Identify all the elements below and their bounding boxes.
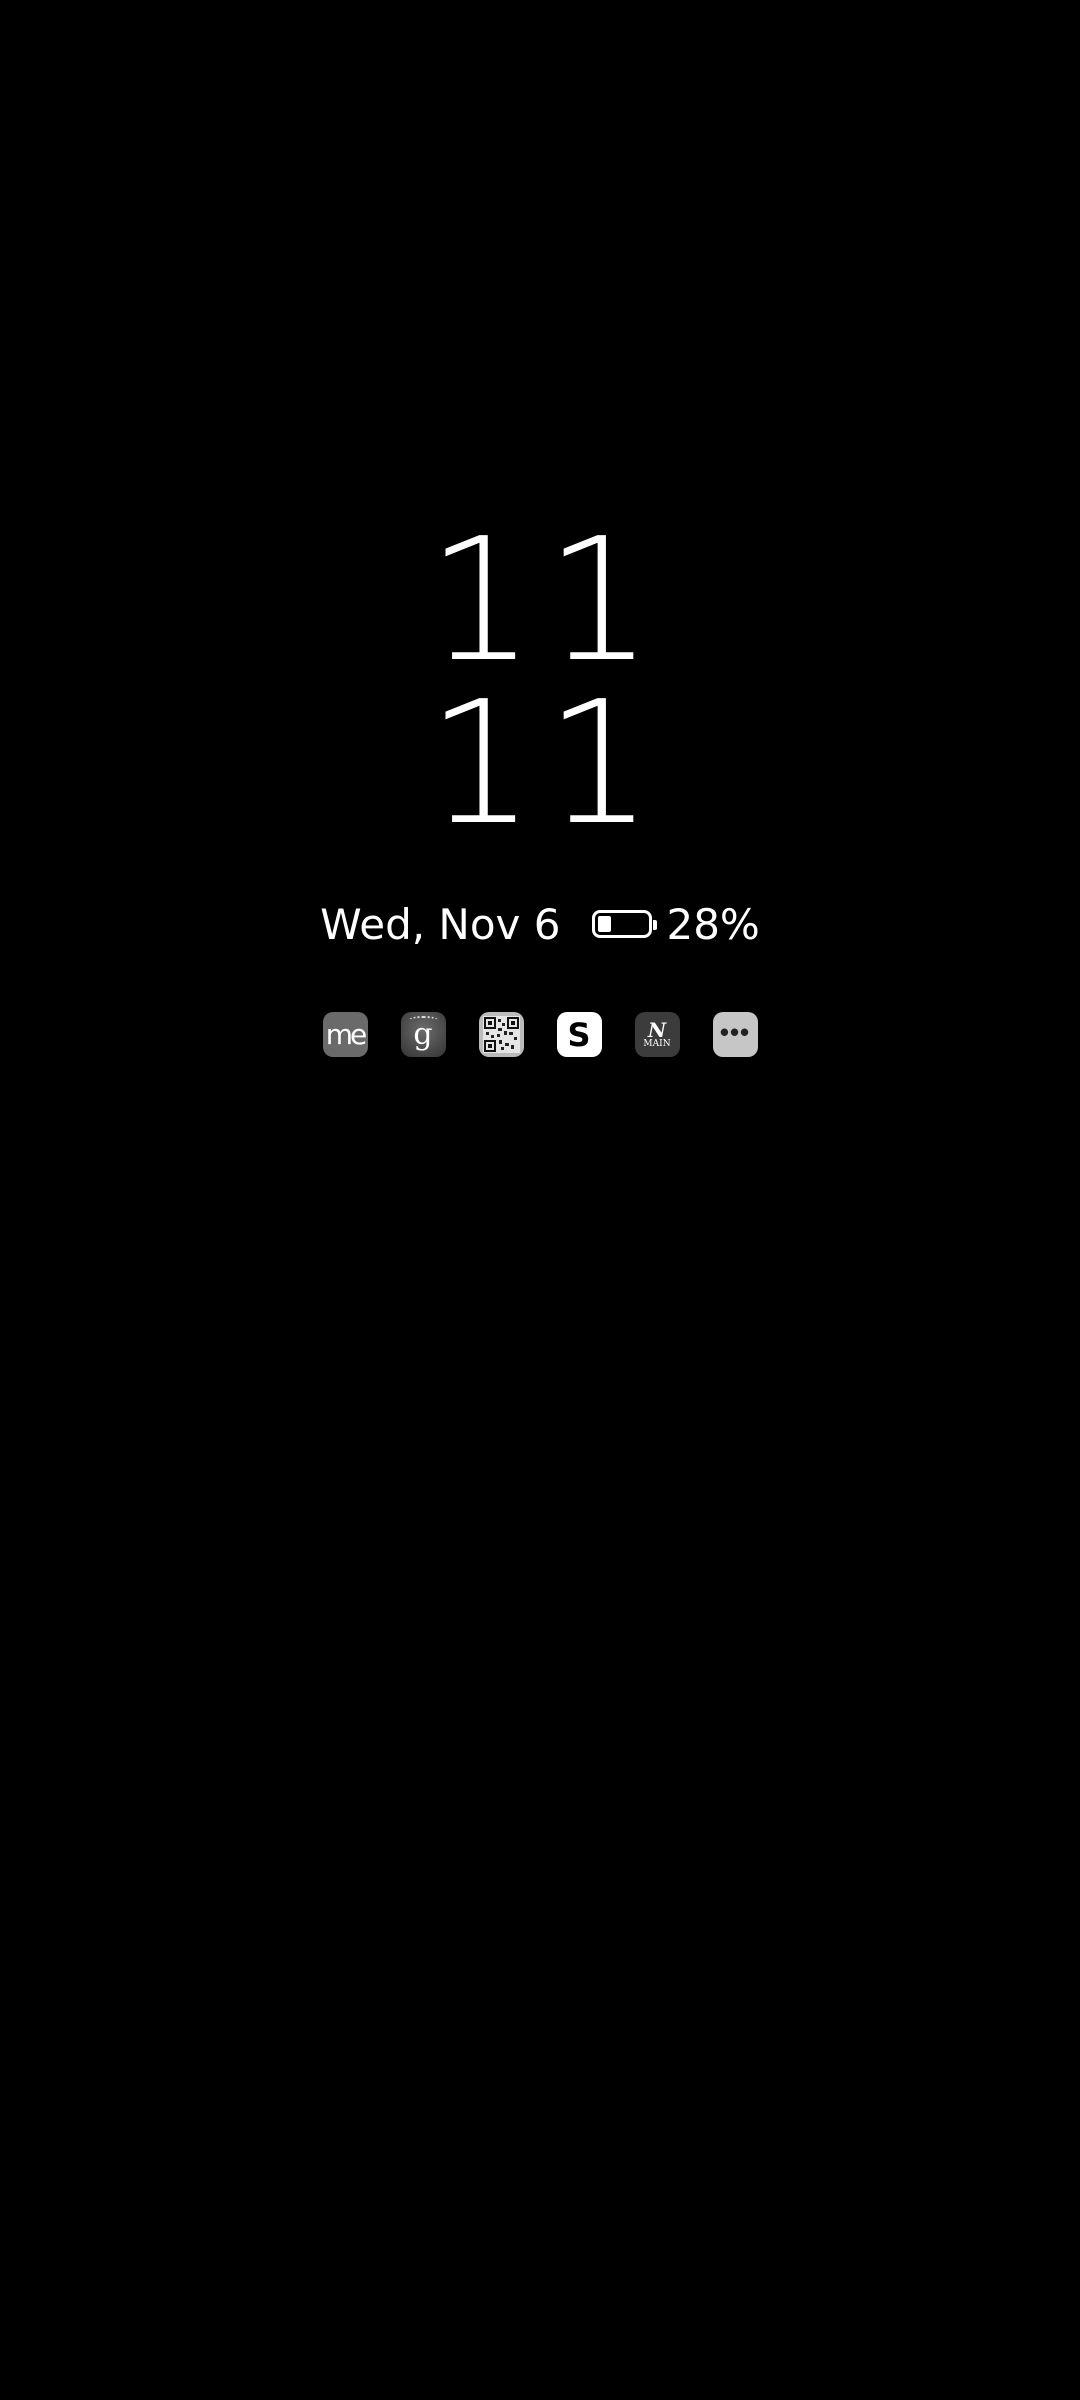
me-app-label: me bbox=[325, 1017, 367, 1051]
battery-status: 28% bbox=[592, 899, 760, 949]
qr-app-icon[interactable] bbox=[478, 1012, 524, 1057]
battery-icon bbox=[592, 910, 658, 938]
s-app-icon[interactable]: S bbox=[556, 1012, 602, 1057]
clock-minutes: 11 bbox=[426, 665, 664, 863]
battery-fill bbox=[598, 916, 612, 932]
g-app-dots bbox=[408, 1016, 438, 1024]
more-apps-label: ••• bbox=[719, 1016, 751, 1047]
s-app-label: S bbox=[567, 1015, 591, 1054]
clock-hours: 11 bbox=[426, 502, 664, 700]
clock: 11 11 bbox=[0, 502, 1080, 863]
date-text: Wed, Nov 6 bbox=[320, 899, 561, 949]
main-app-label: N bbox=[647, 1018, 667, 1042]
main-app-sublabel: MAIN bbox=[643, 1039, 671, 1049]
always-on-display: 11 11 Wed, Nov 6 28% me g S N MAIN ••• bbox=[0, 0, 1080, 2400]
g-app-icon[interactable]: g bbox=[400, 1012, 446, 1057]
main-app-icon[interactable]: N MAIN bbox=[634, 1012, 680, 1057]
battery-percent: 28% bbox=[666, 899, 760, 949]
qr-pattern bbox=[482, 1016, 520, 1053]
me-app-icon[interactable]: me bbox=[322, 1012, 368, 1057]
date-battery-row: Wed, Nov 6 28% bbox=[0, 895, 1080, 953]
notification-app-icons: me g S N MAIN ••• bbox=[0, 1012, 1080, 1058]
more-apps-icon[interactable]: ••• bbox=[712, 1012, 758, 1057]
